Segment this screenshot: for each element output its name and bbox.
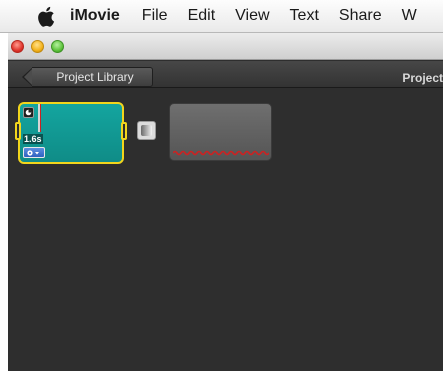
- window-titlebar: [8, 33, 443, 60]
- playhead-marker[interactable]: [38, 104, 40, 132]
- apple-logo-icon[interactable]: [33, 4, 59, 28]
- project-toolbar: Project Library Project: [8, 61, 443, 88]
- menu-share[interactable]: Share: [339, 7, 382, 25]
- menu-view[interactable]: View: [235, 7, 269, 25]
- zoom-window-button[interactable]: [51, 40, 64, 53]
- clip-settings-icon[interactable]: [23, 107, 34, 118]
- project-window: Project Library Project 1.6s: [8, 33, 443, 371]
- placeholder-clip[interactable]: [169, 103, 272, 161]
- menu-app-name[interactable]: iMovie: [70, 7, 120, 25]
- project-library-button[interactable]: Project Library: [32, 67, 153, 87]
- transition-icon[interactable]: [137, 121, 156, 140]
- minimize-window-button[interactable]: [31, 40, 44, 53]
- menu-file[interactable]: File: [142, 7, 168, 25]
- clip-action-gear-icon[interactable]: [23, 147, 45, 158]
- project-title: Project: [402, 71, 443, 85]
- selected-video-clip[interactable]: 1.6s: [15, 102, 127, 164]
- audio-wave-line: [173, 150, 269, 156]
- clip-trim-handle-right[interactable]: [121, 122, 127, 140]
- menu-bar: iMovie File Edit View Text Share W: [0, 0, 443, 33]
- menu-text[interactable]: Text: [290, 7, 319, 25]
- transition-gradient: [141, 125, 152, 136]
- menu-window[interactable]: W: [402, 7, 417, 25]
- close-window-button[interactable]: [11, 40, 24, 53]
- menu-edit[interactable]: Edit: [188, 7, 216, 25]
- clip-duration: 1.6s: [23, 134, 43, 144]
- clip-trim-handle-left[interactable]: [15, 122, 21, 140]
